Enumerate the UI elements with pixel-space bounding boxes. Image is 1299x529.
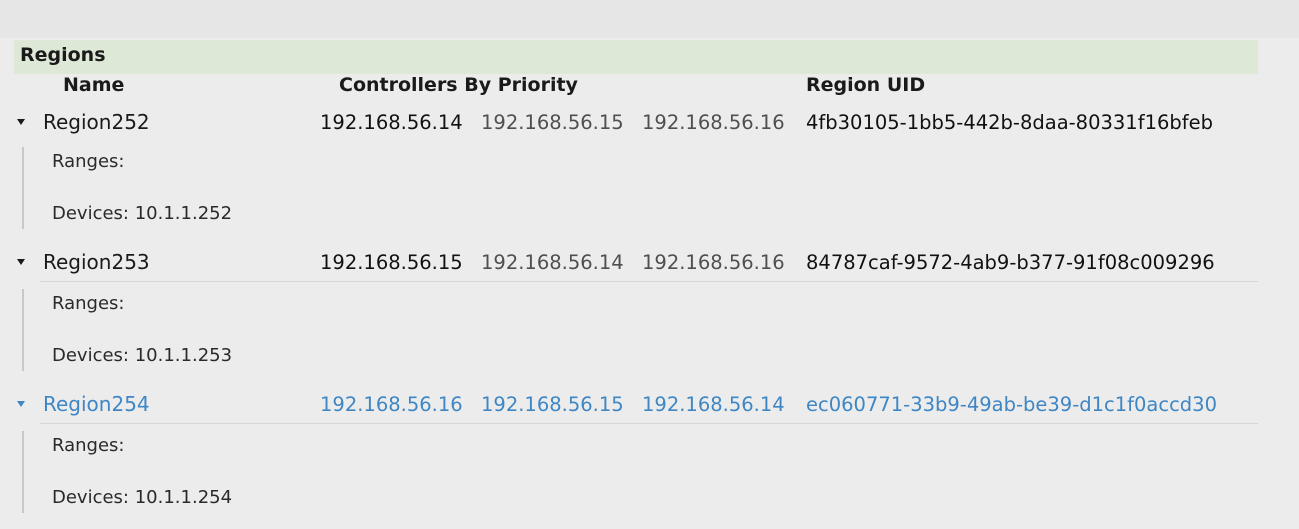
ranges-label: Ranges: (52, 151, 125, 172)
row-divider (40, 423, 1258, 424)
controller-primary: 192.168.56.15 (320, 251, 463, 274)
devices-label: Devices: 10.1.1.252 (52, 203, 233, 224)
controller-tertiary: 192.168.56.14 (642, 393, 785, 416)
controller-primary: 192.168.56.16 (320, 393, 463, 416)
region-row-253[interactable]: Region253 192.168.56.15 192.168.56.14 19… (0, 243, 1299, 283)
region-detail-252: Ranges: Devices: 10.1.1.252 (0, 141, 1299, 237)
ranges-label: Ranges: (52, 293, 125, 314)
controller-primary: 192.168.56.14 (320, 111, 463, 134)
detail-rail (22, 289, 24, 371)
region-detail-253: Ranges: Devices: 10.1.1.253 (0, 283, 1299, 379)
region-uid: 4fb30105-1bb5-442b-8daa-80331f16bfeb (806, 111, 1214, 134)
region-name[interactable]: Region254 (43, 392, 150, 416)
section-title: Regions (20, 44, 106, 66)
expand-toggle-icon[interactable] (14, 114, 30, 130)
top-strip (0, 0, 1299, 38)
controller-secondary: 192.168.56.14 (481, 251, 624, 274)
ranges-label: Ranges: (52, 435, 125, 456)
column-header-uid[interactable]: Region UID (806, 74, 925, 96)
expand-toggle-icon[interactable] (14, 254, 30, 270)
devices-label: Devices: 10.1.1.254 (52, 487, 233, 508)
controller-tertiary: 192.168.56.16 (642, 111, 785, 134)
expand-toggle-icon[interactable] (14, 396, 30, 412)
region-uid: ec060771-33b9-49ab-be39-d1c1f0accd30 (806, 393, 1217, 416)
detail-rail (22, 147, 24, 229)
column-header-name[interactable]: Name (63, 74, 124, 96)
controller-secondary: 192.168.56.15 (481, 393, 624, 416)
devices-label: Devices: 10.1.1.253 (52, 345, 233, 366)
detail-rail (22, 431, 24, 513)
region-row-254[interactable]: Region254 192.168.56.16 192.168.56.15 19… (0, 385, 1299, 425)
controller-secondary: 192.168.56.15 (481, 111, 624, 134)
region-name[interactable]: Region252 (43, 110, 150, 134)
row-divider (40, 281, 1258, 282)
column-header-controllers[interactable]: Controllers By Priority (339, 74, 578, 96)
region-uid: 84787caf-9572-4ab9-b377-91f08c009296 (806, 251, 1215, 274)
region-row-252[interactable]: Region252 192.168.56.14 192.168.56.15 19… (0, 103, 1299, 143)
regions-section-header: Regions (14, 40, 1258, 74)
region-name[interactable]: Region253 (43, 250, 150, 274)
controller-tertiary: 192.168.56.16 (642, 251, 785, 274)
region-detail-254: Ranges: Devices: 10.1.1.254 (0, 425, 1299, 521)
